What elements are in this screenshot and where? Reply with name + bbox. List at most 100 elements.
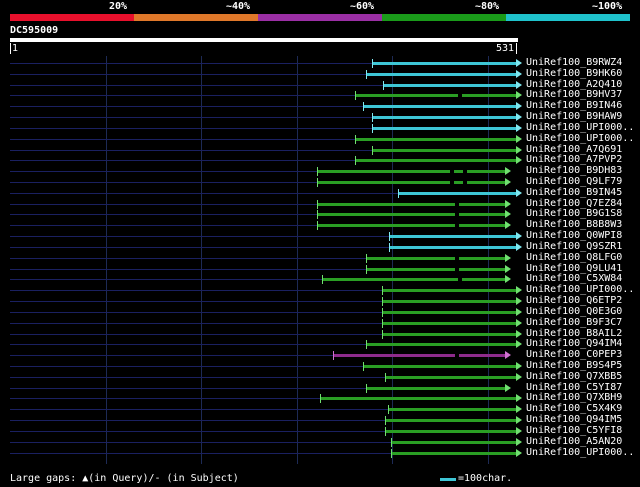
hit-link[interactable]: UniRef100_B9IN45 [526,187,622,198]
legend-label: ~80% [475,1,500,12]
alignment-start-cap [317,199,319,209]
hit-link[interactable]: UniRef100_B9DH83 [526,165,622,176]
hit-link[interactable]: UniRef100_C5YI87 [526,382,622,393]
hit-link[interactable]: UniRef100_A7PVP2 [526,154,622,165]
alignment-end-arrow [516,242,522,251]
hit-link[interactable]: UniRef100_UPI000.. [526,133,634,144]
hit-link[interactable]: UniRef100_B9RWZ4 [526,57,622,68]
hit-link[interactable]: UniRef100_Q9LF79 [526,176,622,187]
subject-gap [457,93,462,99]
hit-link[interactable]: UniRef100_Q7EZ84 [526,198,622,209]
hit-link[interactable]: UniRef100_UPI000.. [526,284,634,295]
hit-link[interactable]: UniRef100_Q9LU41 [526,263,622,274]
alignment-start-cap [366,383,368,393]
query-span-line [10,387,367,389]
alignment-bar[interactable] [317,202,506,206]
alignment-bar[interactable] [320,397,516,401]
hit-link[interactable]: UniRef100_B8AIL2 [526,328,622,339]
alignment-bar[interactable] [366,72,516,76]
query-span-line [10,268,367,270]
alignment-bar[interactable] [366,256,506,260]
alignment-end-arrow [516,318,522,327]
alignment-bar[interactable] [322,278,506,282]
subject-gap [454,201,459,207]
alignment-bar[interactable] [385,419,516,423]
alignment-bar[interactable] [388,408,516,412]
alignment-bar[interactable] [354,94,516,98]
query-span-line [10,182,318,184]
alignment-bar[interactable] [385,375,516,379]
legend-label: 20% [109,1,128,12]
hit-link[interactable]: UniRef100_Q94IM4 [526,338,622,349]
hit-link[interactable]: UniRef100_A7Q691 [526,144,622,155]
query-span-line [10,192,398,194]
alignment-bar[interactable] [389,235,516,239]
alignment-bar[interactable] [354,159,516,163]
alignment-end-arrow [516,416,522,425]
query-span-line [10,95,355,97]
hit-link[interactable]: UniRef100_Q6ETP2 [526,295,622,306]
hit-link[interactable]: UniRef100_Q0WPI8 [526,230,622,241]
alignment-bar[interactable] [317,181,506,185]
alignment-bar[interactable] [332,354,506,358]
query-span-line [10,117,372,119]
hit-link[interactable]: UniRef100_Q7XBB5 [526,371,622,382]
hit-link[interactable]: UniRef100_B9G1S8 [526,208,622,219]
hit-link[interactable]: UniRef100_C5X4K9 [526,403,622,414]
alignment-bar[interactable] [371,116,516,120]
alignment-bar[interactable] [371,126,516,130]
hit-link[interactable]: UniRef100_B9S4P5 [526,360,622,371]
hit-link[interactable]: UniRef100_A2Q410 [526,79,622,90]
hit-link[interactable]: UniRef100_B9HK60 [526,68,622,79]
hit-link[interactable]: UniRef100_UPI000.. [526,447,634,458]
hit-link[interactable]: UniRef100_B9HV37 [526,89,622,100]
hit-link[interactable]: UniRef100_Q0E3G0 [526,306,622,317]
query-span-line [10,430,386,432]
alignment-bar[interactable] [363,364,516,368]
alignment-start-cap [363,361,365,371]
alignment-bar[interactable] [366,386,506,390]
subject-gap [462,169,467,175]
hit-link[interactable]: UniRef100_Q8LFG0 [526,252,622,263]
alignment-bar[interactable] [382,310,516,314]
query-span-line [10,441,391,443]
alignment-bar[interactable] [317,213,506,217]
alignment-bar[interactable] [385,429,516,433]
alignment-bar[interactable] [390,440,516,444]
hit-link[interactable]: UniRef100_UPI000.. [526,122,634,133]
alignment-bar[interactable] [371,62,516,65]
hit-link[interactable]: UniRef100_B9F3C7 [526,317,622,328]
alignment-bar[interactable] [382,321,516,325]
alignment-bar[interactable] [390,451,516,455]
hit-row[interactable]: UniRef100_UPI000.. [0,447,640,459]
alignment-bar[interactable] [371,148,516,152]
hit-link[interactable]: UniRef100_Q7XBH9 [526,392,622,403]
alignment-bar[interactable] [397,191,516,195]
hit-link[interactable]: UniRef100_C5XW84 [526,273,622,284]
alignment-bar[interactable] [382,289,516,293]
query-span-line [10,420,386,422]
alignment-start-cap [332,351,334,361]
alignment-bar[interactable] [389,245,516,249]
hit-link[interactable]: UniRef100_C0PEP3 [526,349,622,360]
alignment-bar[interactable] [382,332,516,336]
alignment-bar[interactable] [366,343,516,347]
alignment-bar[interactable] [382,300,516,304]
alignment-bar[interactable] [363,105,516,109]
alignment-bar[interactable] [354,137,516,141]
alignment-start-cap [363,102,365,112]
alignment-bar[interactable] [366,267,506,271]
hit-link[interactable]: UniRef100_Q94IM5 [526,414,622,425]
scale-end-label: 531 [496,43,515,54]
hit-link[interactable]: UniRef100_B8B8W3 [526,219,622,230]
alignment-end-arrow [516,91,522,100]
hit-link[interactable]: UniRef100_A5AN20 [526,436,622,447]
alignment-bar[interactable] [383,83,516,87]
hit-link[interactable]: UniRef100_Q9SZR1 [526,241,622,252]
hit-link[interactable]: UniRef100_B9HAW9 [526,111,622,122]
query-span-line [10,138,355,140]
alignment-bar[interactable] [317,224,506,228]
alignment-bar[interactable] [317,170,506,174]
hit-link[interactable]: UniRef100_C5YFI8 [526,425,622,436]
hit-link[interactable]: UniRef100_B9IN46 [526,100,622,111]
